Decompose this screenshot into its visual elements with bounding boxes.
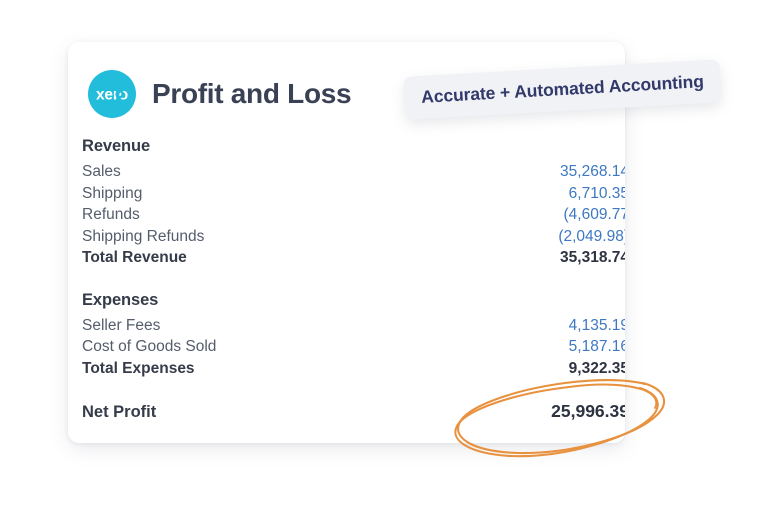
table-row-total-expenses: Total Expenses 9,322.35 bbox=[82, 358, 625, 380]
row-value: 4,135.19 bbox=[568, 316, 625, 334]
row-value: 5,187.16 bbox=[568, 338, 625, 355]
row-label: Refunds bbox=[82, 206, 140, 223]
net-profit-label: Net Profit bbox=[82, 403, 157, 421]
screenshot-root: xero Profit and Loss Revenue Sales 35,26… bbox=[0, 0, 780, 524]
row-label: Total Revenue bbox=[82, 249, 187, 266]
table-row-net-profit: Net Profit 25,996.39 bbox=[82, 398, 625, 424]
table-row: Shipping 6,710.35 bbox=[82, 183, 625, 205]
row-label: Shipping Refunds bbox=[82, 227, 205, 245]
row-value: (2,049.98) bbox=[558, 227, 625, 245]
table-row: Refunds (4,609.77 bbox=[82, 204, 625, 226]
row-label: Sales bbox=[82, 163, 121, 180]
table-row: Shipping Refunds (2,049.98) bbox=[82, 226, 625, 248]
xero-logo-icon: xero bbox=[88, 70, 136, 118]
row-label: Cost of Goods Sold bbox=[82, 338, 217, 355]
net-profit-value: 25,996.39 bbox=[551, 401, 625, 421]
row-value: 9,322.35 bbox=[568, 359, 625, 377]
page-title: Profit and Loss bbox=[152, 78, 352, 109]
table-row: Sales 35,268.14 bbox=[82, 161, 625, 183]
row-label: Shipping bbox=[82, 184, 143, 202]
table-row: Seller Fees 4,135.19 bbox=[82, 315, 625, 337]
tagline-badge-label: Accurate + Automated Accounting bbox=[420, 71, 705, 107]
row-label: Total Expenses bbox=[82, 359, 195, 377]
row-value: 35,268.14 bbox=[560, 163, 625, 180]
row-value: (4,609.77 bbox=[563, 206, 626, 223]
table-row: Cost of Goods Sold 5,187.16 bbox=[82, 336, 625, 358]
section-heading-revenue: Revenue bbox=[82, 137, 151, 155]
row-label: Seller Fees bbox=[82, 316, 161, 334]
net-profit-spacer bbox=[82, 379, 625, 398]
table-row-total-revenue: Total Revenue 35,318.74 bbox=[82, 247, 625, 269]
section-heading-expenses: Expenses bbox=[82, 290, 159, 309]
card-header: xero Profit and Loss bbox=[88, 70, 352, 118]
row-value: 6,710.35 bbox=[568, 184, 625, 202]
report-body: Revenue Sales 35,268.14 Shipping 6,710.3… bbox=[82, 137, 625, 424]
row-value: 35,318.74 bbox=[560, 249, 625, 266]
